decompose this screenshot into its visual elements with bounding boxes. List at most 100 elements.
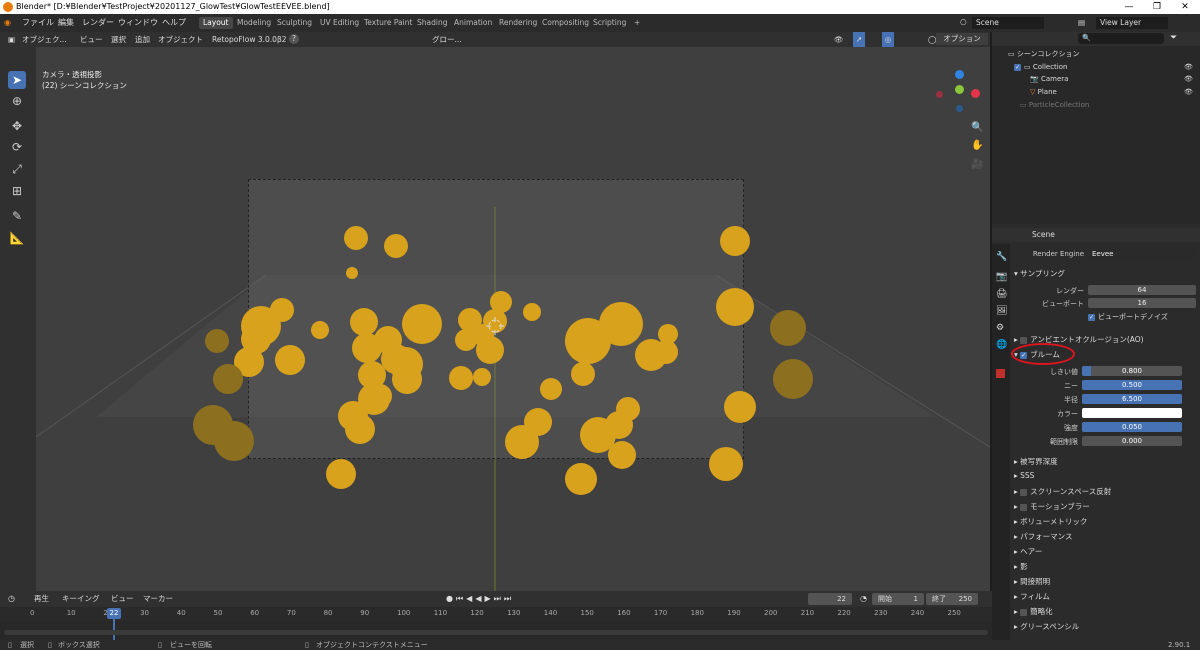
gizmo-y-dot[interactable] xyxy=(955,85,964,94)
tab-animation[interactable]: Animation xyxy=(450,17,496,29)
measure-tool-icon[interactable]: 📐 xyxy=(8,229,26,247)
pan-hand-icon[interactable]: ✋ xyxy=(971,140,983,151)
menu-playback[interactable]: 再生 xyxy=(34,591,49,607)
menu-view[interactable]: ビュー xyxy=(80,32,103,47)
output-tab-icon[interactable]: 🖨 xyxy=(996,289,1007,299)
knee-slider[interactable]: 0.500 xyxy=(1082,380,1182,390)
section-header[interactable]: ▸ 間接照明 xyxy=(1014,576,1050,587)
minimize-button[interactable]: — xyxy=(1114,0,1144,14)
tab-sculpting[interactable]: Sculpting xyxy=(273,17,316,29)
menu-select[interactable]: 選択 xyxy=(111,32,126,47)
maximize-button[interactable]: ❐ xyxy=(1142,0,1172,14)
outliner-row-camera[interactable]: 📷 Camera 👁 xyxy=(992,73,1200,85)
section-header[interactable]: ▸ 簡略化 xyxy=(1014,606,1053,617)
tab-compositing[interactable]: Compositing xyxy=(538,17,593,29)
visibility-icon[interactable]: 👁 xyxy=(834,32,844,47)
gizmo-neg-x-dot[interactable] xyxy=(936,91,943,98)
section-header[interactable]: ▸ フィルム xyxy=(1014,591,1050,602)
tab-modeling[interactable]: Modeling xyxy=(233,17,275,29)
section-checkbox[interactable] xyxy=(1020,503,1028,511)
playback-controls[interactable]: ●⏮◀◀▶⏭⏭ xyxy=(446,591,514,607)
viewport-samples-field[interactable]: 16 xyxy=(1088,298,1196,308)
timeline-scrollbar[interactable] xyxy=(4,630,988,635)
select-tool-icon[interactable]: ➤ xyxy=(8,71,26,89)
scene-field[interactable]: Scene xyxy=(972,17,1044,29)
tab-scripting[interactable]: Scripting xyxy=(589,17,630,29)
scale-tool-icon[interactable]: ⤢ xyxy=(8,160,26,178)
section-checkbox[interactable] xyxy=(1020,488,1028,496)
gizmo-neg-z-dot[interactable] xyxy=(956,105,963,112)
menu-edit[interactable]: 編集 xyxy=(58,14,74,32)
section-header[interactable]: ▸ 被写界深度 xyxy=(1014,456,1058,467)
menu-add[interactable]: 追加 xyxy=(135,32,150,47)
annotate-tool-icon[interactable]: ✎ xyxy=(8,207,26,225)
timeline-editor-type-icon[interactable]: ◷ xyxy=(8,591,15,607)
eye-icon[interactable]: 👁 xyxy=(1184,73,1193,85)
menu-render[interactable]: レンダー xyxy=(82,14,114,32)
tab-uv-editing[interactable]: UV Editing xyxy=(316,17,363,29)
eye-icon[interactable]: 👁 xyxy=(1184,61,1193,73)
tab-rendering[interactable]: Rendering xyxy=(495,17,541,29)
tab-texture-paint[interactable]: Texture Paint xyxy=(360,17,416,29)
view-layer-field[interactable]: View Layer xyxy=(1096,17,1168,29)
help-button[interactable]: ? xyxy=(289,34,299,44)
outliner-scene-collection[interactable]: ▭ シーンコレクション xyxy=(992,48,1200,60)
transform-orientation-dropdown[interactable]: グロー... xyxy=(432,32,462,47)
render-samples-field[interactable]: 64 xyxy=(1088,285,1196,295)
editor-type-icon[interactable]: ▣ xyxy=(8,32,15,47)
section-checkbox[interactable] xyxy=(1020,608,1028,616)
menu-file[interactable]: ファイル xyxy=(22,14,54,32)
mode-dropdown[interactable]: オブジェク... xyxy=(22,32,67,47)
outliner-row-plane[interactable]: ▽ Plane 👁 xyxy=(992,86,1200,98)
gizmo-z-dot[interactable] xyxy=(955,70,964,79)
threshold-slider[interactable]: 0.800 xyxy=(1082,366,1182,376)
camera-view-icon[interactable]: 🎥 xyxy=(971,159,983,170)
menu-window[interactable]: ウィンドウ xyxy=(118,14,158,32)
end-frame-field[interactable]: 終了 250 xyxy=(926,593,978,605)
intensity-slider[interactable]: 0.050 xyxy=(1082,422,1182,432)
clamp-field[interactable]: 0.000 xyxy=(1082,436,1182,446)
menu-help[interactable]: ヘルプ xyxy=(162,14,186,32)
move-tool-icon[interactable]: ✥ xyxy=(8,117,26,135)
render-engine-dropdown[interactable]: Eevee xyxy=(1088,249,1196,259)
outliner-row-collection[interactable]: ✓ ▭ Collection 👁 xyxy=(992,61,1200,73)
menu-marker[interactable]: マーカー xyxy=(143,591,173,607)
outliner-row-particle-collection[interactable]: ▭ ParticleCollection xyxy=(992,99,1200,111)
bloom-color-swatch[interactable] xyxy=(1082,408,1182,418)
collection-check-icon[interactable]: ✓ xyxy=(1014,63,1021,71)
sampling-section-header[interactable]: ▾ サンプリング xyxy=(1014,268,1065,279)
viewport-denoise-checkbox[interactable]: ✓ ビューポートデノイズ xyxy=(1088,312,1168,322)
gizmo-x-dot[interactable] xyxy=(971,89,980,98)
section-header[interactable]: ▸ SSS xyxy=(1014,471,1034,480)
gizmo-toggle-icon[interactable]: ↗ xyxy=(853,32,865,47)
options-dropdown[interactable]: オプション xyxy=(936,33,988,45)
render-tab-icon[interactable]: 📷 xyxy=(996,272,1008,282)
close-button[interactable]: ✕ xyxy=(1170,0,1200,14)
section-header[interactable]: ▸ ボリューメトリック xyxy=(1014,516,1087,527)
retopoflow-menu[interactable]: RetopoFlow 3.0.0β2 xyxy=(212,32,287,47)
cursor-tool-icon[interactable]: ⊕ xyxy=(8,92,26,110)
tab-shading[interactable]: Shading xyxy=(413,17,451,29)
section-header[interactable]: ▸ 影 xyxy=(1014,561,1028,572)
blender-menu-icon[interactable]: ◉ xyxy=(4,14,11,32)
scene-tab-icon[interactable]: ⚙ xyxy=(996,323,1004,333)
section-header[interactable]: ▸ パフォーマンス xyxy=(1014,531,1073,542)
menu-keying[interactable]: キーイング xyxy=(62,591,100,607)
transform-tool-icon[interactable]: ⊞ xyxy=(8,182,26,200)
view-layer-tab-icon[interactable]: 🖼 xyxy=(996,306,1007,316)
texture-tab-icon[interactable] xyxy=(996,369,1005,378)
zoom-icon[interactable]: 🔍 xyxy=(971,122,983,133)
menu-timeline-view[interactable]: ビュー xyxy=(111,591,134,607)
eye-icon[interactable]: 👁 xyxy=(1184,86,1193,98)
timeline-ruler[interactable]: 0102030405060708090100110120130140150160… xyxy=(0,607,992,621)
world-tab-icon[interactable]: 🌐 xyxy=(996,340,1007,350)
tab-layout[interactable]: Layout xyxy=(199,17,233,29)
outliner-search-input[interactable]: 🔍 xyxy=(1078,33,1164,44)
section-header[interactable]: ▸ グリースペンシル xyxy=(1014,621,1079,632)
current-frame-field[interactable]: 22 xyxy=(808,593,852,605)
filter-icon[interactable]: ⏷ xyxy=(1170,33,1177,43)
section-header[interactable]: ▸ モーションブラー xyxy=(1014,501,1090,512)
3d-viewport[interactable]: カメラ・透視投影 (22) シーンコレクション 🔍 ✋ 🎥 xyxy=(36,47,990,591)
start-frame-field[interactable]: 開始 1 xyxy=(872,593,924,605)
radius-slider[interactable]: 6.500 xyxy=(1082,394,1182,404)
